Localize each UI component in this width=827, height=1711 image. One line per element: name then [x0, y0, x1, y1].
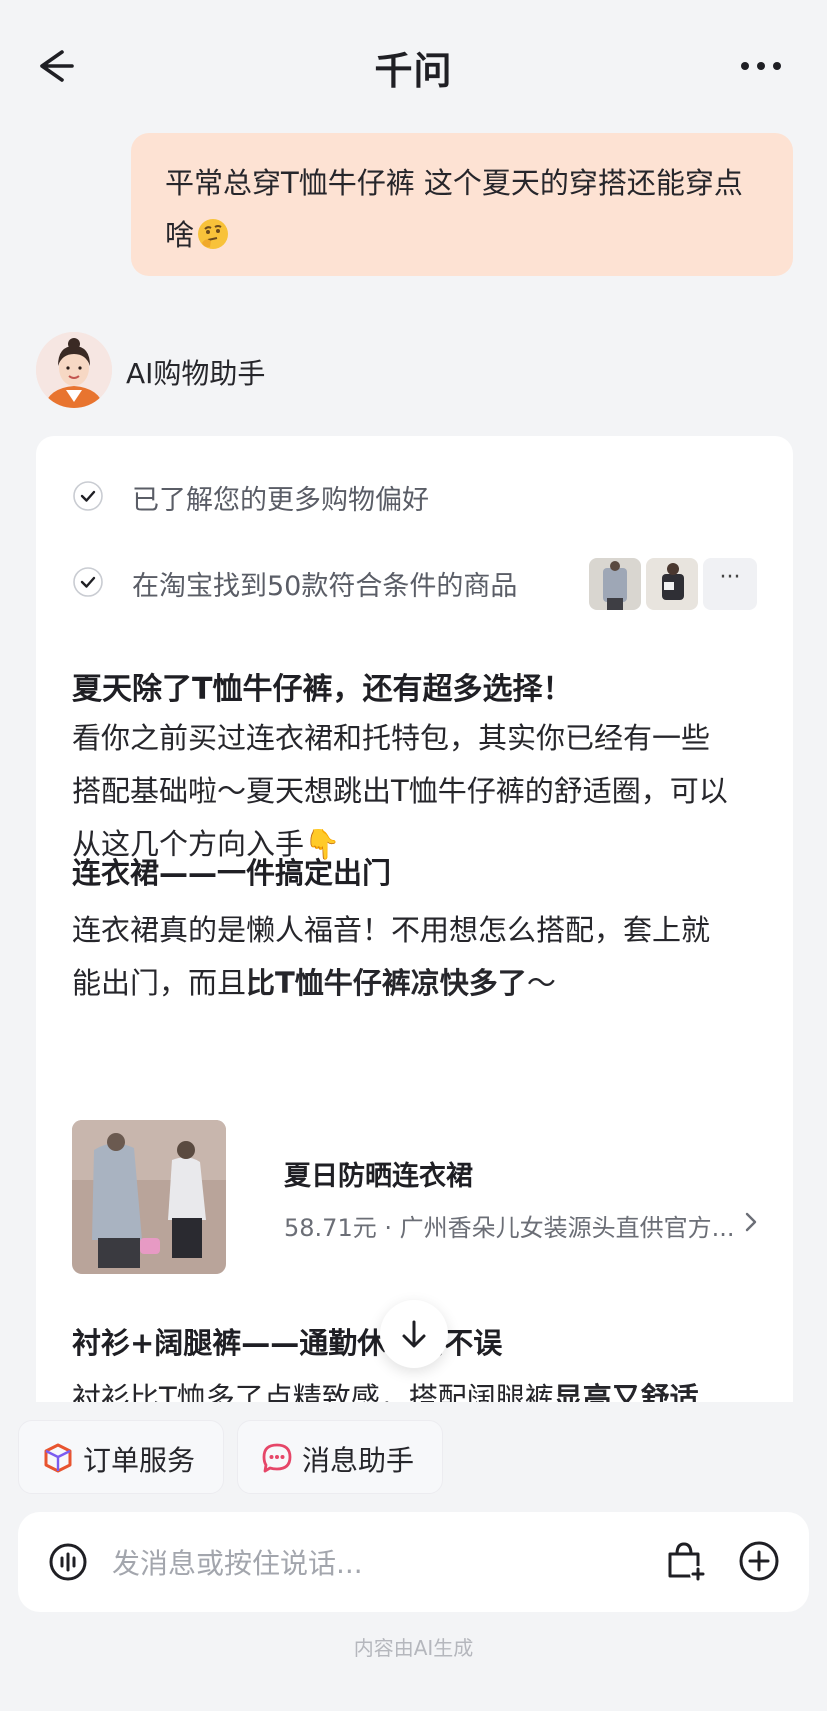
more-products-button[interactable]: ···: [703, 558, 757, 610]
more-options-icon[interactable]: [739, 56, 783, 76]
message-input[interactable]: 发消息或按住说话...: [112, 1542, 363, 1582]
message-input-bar[interactable]: 发消息或按住说话...: [18, 1512, 809, 1612]
message-assistant-button[interactable]: 消息助手: [237, 1420, 443, 1494]
section-text-dress-c: ～: [526, 966, 556, 1000]
step-item: 已了解您的更多购物偏好: [72, 478, 762, 518]
order-service-button[interactable]: 订单服务: [18, 1420, 224, 1494]
scroll-to-bottom-button[interactable]: [380, 1300, 448, 1368]
product-card[interactable]: 夏日防晒连衣裙 58.71元 · 广州香朵儿女装源头直供官方...: [72, 1120, 762, 1274]
assistant-name: AI购物助手: [126, 357, 266, 390]
answer-heading: 夏天除了T恤牛仔裤，还有超多选择！: [72, 672, 573, 707]
check-circle-icon: [73, 481, 103, 511]
step-text: 在淘宝找到50款符合条件的商品: [132, 571, 518, 602]
user-message-text: 平常总穿T恤牛仔裤 这个夏天的穿搭还能穿点啥: [165, 166, 743, 252]
chat-bubble-icon: [262, 1443, 292, 1473]
top-bar: 千问: [0, 0, 827, 130]
page-title: 千问: [374, 49, 453, 93]
assistant-avatar: [36, 332, 112, 408]
section-text-dress: 连衣裙真的是懒人福音！不用想怎么搭配，套上就能出门，而且比T恤牛仔裤凉快多了～: [72, 904, 734, 1010]
intro-text: 看你之前买过连衣裙和托特包，其实你已经有一些搭配基础啦～夏天想跳出T恤牛仔裤的舒…: [72, 712, 734, 871]
product-name[interactable]: 夏日防晒连衣裙: [284, 1154, 473, 1193]
check-circle-icon: [73, 567, 103, 597]
shopping-bag-add-icon[interactable]: [662, 1538, 708, 1584]
user-message-bubble: 平常总穿T恤牛仔裤 这个夏天的穿搭还能穿点啥: [131, 133, 793, 276]
section-text-shirt-a: 衬衫比T恤多了点精致感，搭配阔腿裤: [72, 1381, 554, 1402]
section-text-shirt: 衬衫比T恤多了点精致感，搭配阔腿裤显高又舒适: [72, 1372, 734, 1402]
product-separator: ·: [376, 1214, 400, 1242]
product-thumbnail[interactable]: [646, 558, 698, 610]
section-text-dress-bold: 比T恤牛仔裤凉快多了: [246, 966, 527, 1000]
section-text-shirt-bold: 显高又舒适: [553, 1381, 699, 1402]
assistant-header: AI购物助手: [36, 332, 536, 408]
product-thumbnail[interactable]: [589, 558, 641, 610]
product-price: 58.71元: [284, 1214, 377, 1242]
answer-intro-text: 看你之前买过连衣裙和托特包，其实你已经有一些搭配基础啦～夏天想跳出T恤牛仔裤的舒…: [72, 721, 728, 861]
voice-input-icon[interactable]: [48, 1542, 88, 1582]
step-text: 已了解您的更多购物偏好: [132, 485, 429, 516]
product-thumbnails[interactable]: ···: [589, 558, 759, 612]
message-assistant-label: 消息助手: [302, 1444, 415, 1477]
order-service-label: 订单服务: [83, 1444, 196, 1477]
box-icon: [44, 1443, 72, 1473]
product-shop: 广州香朵儿女装源头直供官方...: [399, 1214, 735, 1242]
product-meta: 58.71元 · 广州香朵儿女装源头直供官方...: [284, 1208, 735, 1243]
ai-generated-note: 内容由AI生成: [353, 1636, 474, 1660]
section-title-dress: 连衣裙——一件搞定出门: [72, 856, 392, 890]
thinking-face-emoji: [198, 219, 229, 249]
answer-intro-text: [72, 658, 732, 662]
add-circle-icon[interactable]: [738, 1540, 780, 1582]
chevron-right-icon[interactable]: [744, 1210, 758, 1234]
assistant-response-card: 已了解您的更多购物偏好 在淘宝找到50款符合条件的商品 ··· 夏天除了T恤牛仔…: [36, 436, 793, 1402]
arrow-down-icon: [402, 1320, 426, 1348]
product-image[interactable]: [72, 1120, 226, 1274]
